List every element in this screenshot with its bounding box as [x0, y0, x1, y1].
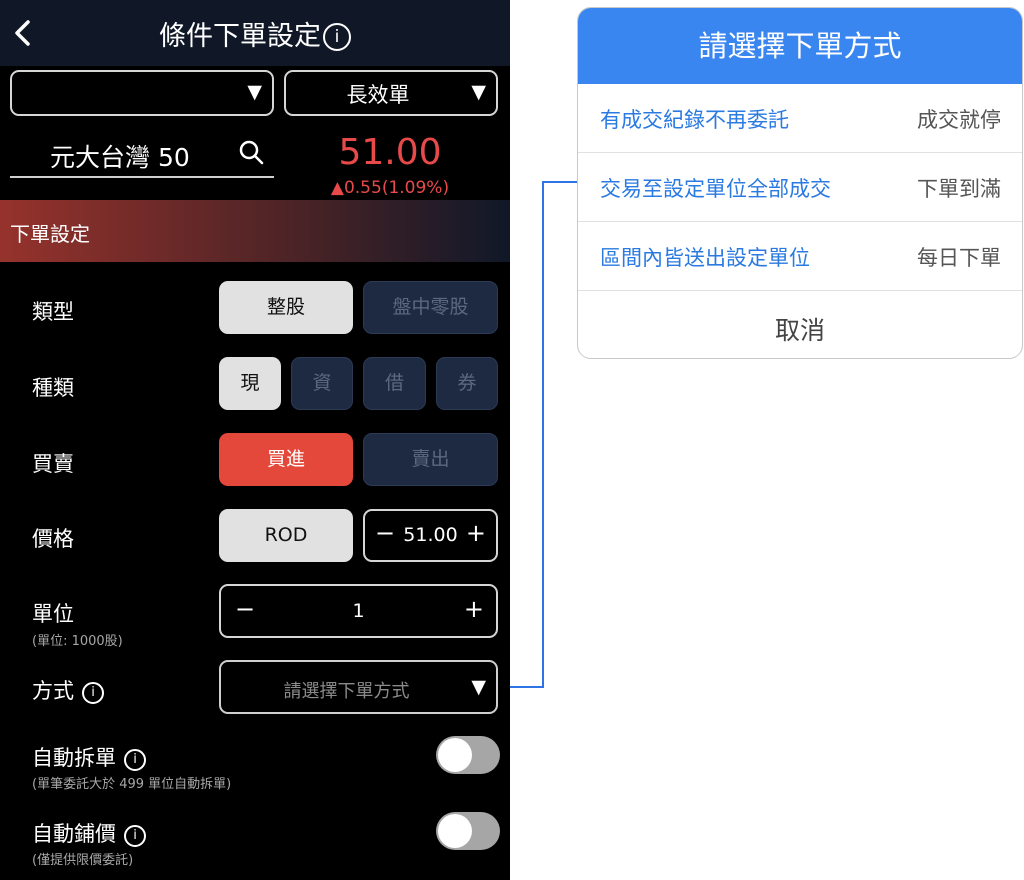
auto-price-label-text: 自動鋪價 [32, 822, 116, 846]
auto-split-sublabel: (單筆委託大於 499 單位自動拆單) [32, 777, 232, 792]
unit-sublabel: (單位: 1000股) [32, 634, 123, 649]
search-icon[interactable] [238, 139, 264, 167]
method-label-text: 方式 [32, 679, 74, 703]
sell-button[interactable]: 賣出 [363, 433, 498, 486]
dialog-option-label: 區間內皆送出設定單位 [600, 246, 810, 270]
dialog-option[interactable]: 交易至設定單位全部成交 下單到滿 [578, 153, 1022, 222]
kind-button-cash[interactable]: 現 [219, 357, 281, 410]
kind-button-short[interactable]: 券 [436, 357, 498, 410]
auto-split-label: 自動拆單 i [32, 742, 146, 772]
info-icon[interactable]: i [124, 749, 146, 771]
kind-button-borrow[interactable]: 借 [363, 357, 426, 410]
account-dropdown[interactable]: ▼ [10, 70, 274, 116]
dialog-option[interactable]: 區間內皆送出設定單位 每日下單 [578, 222, 1022, 291]
toggle-knob [438, 814, 472, 848]
dialog-title: 請選擇下單方式 [578, 8, 1022, 84]
dropdown-arrow-icon: ▼ [471, 676, 486, 698]
auto-split-label-text: 自動拆單 [32, 746, 116, 770]
method-placeholder: 請選擇下單方式 [283, 681, 410, 702]
dialog-option[interactable]: 有成交紀錄不再委託 成交就停 [578, 84, 1022, 153]
method-selection-dialog: 請選擇下單方式 有成交紀錄不再委託 成交就停 交易至設定單位全部成交 下單到滿 … [577, 7, 1023, 359]
dialog-option-tag: 下單到滿 [917, 177, 1001, 201]
method-label: 方式 i [32, 675, 104, 705]
unit-plus-button[interactable]: + [464, 595, 484, 623]
price-label: 價格 [32, 527, 74, 551]
dialog-option-label: 有成交紀錄不再委託 [600, 108, 789, 132]
rod-button[interactable]: ROD [219, 509, 353, 562]
callout-connector [510, 686, 544, 688]
callout-connector [542, 181, 544, 688]
unit-stepper: − 1 + [219, 584, 498, 638]
type-button-whole[interactable]: 整股 [219, 281, 353, 334]
price-stepper: − 51.00 + [363, 509, 498, 562]
auto-split-toggle[interactable] [436, 736, 500, 774]
dialog-option-label: 交易至設定單位全部成交 [600, 177, 831, 201]
top-bar: 條件下單設定 i [0, 0, 510, 66]
side-label: 買賣 [32, 452, 74, 476]
info-icon[interactable]: i [124, 825, 146, 847]
unit-label: 單位 [32, 602, 74, 626]
dialog-cancel-button[interactable]: 取消 [578, 311, 1022, 347]
auto-price-toggle[interactable] [436, 812, 500, 850]
kind-label: 種類 [32, 376, 74, 400]
stock-change: ▲0.55(1.09%) [330, 178, 450, 198]
section-title: 下單設定 [10, 222, 90, 246]
auto-price-label: 自動鋪價 i [32, 818, 146, 848]
price-plus-button[interactable]: + [466, 519, 486, 547]
callout-connector [542, 181, 578, 183]
method-dropdown[interactable]: 請選擇下單方式 ▼ [219, 660, 498, 714]
toggle-knob [438, 738, 472, 772]
phone-screen: 條件下單設定 i ▼ 長效單 ▼ 元大台灣 50 51.00 ▲0.55(1.09… [0, 0, 510, 880]
info-icon[interactable]: i [82, 682, 104, 704]
kind-button-margin[interactable]: 資 [291, 357, 353, 410]
auto-price-sublabel: (僅提供限價委託) [32, 853, 134, 868]
dialog-option-tag: 成交就停 [917, 108, 1001, 132]
dropdown-arrow-icon: ▼ [471, 81, 486, 103]
stock-search-field[interactable]: 元大台灣 50 [10, 136, 274, 178]
type-button-odd-lot[interactable]: 盤中零股 [363, 281, 498, 334]
page-title: 條件下單設定 i [0, 14, 510, 53]
order-type-value: 長效單 [346, 83, 410, 107]
stock-name: 元大台灣 50 [50, 143, 190, 172]
buy-button[interactable]: 買進 [219, 433, 353, 486]
page-title-text: 條件下單設定 [159, 21, 321, 52]
type-label: 類型 [32, 300, 74, 324]
info-icon[interactable]: i [323, 23, 351, 51]
order-type-dropdown[interactable]: 長效單 ▼ [284, 70, 498, 116]
unit-value[interactable]: 1 [221, 600, 496, 622]
section-header: 下單設定 [0, 200, 510, 262]
stock-price: 51.00 [338, 132, 442, 173]
dropdown-arrow-icon: ▼ [247, 81, 262, 103]
dialog-option-tag: 每日下單 [917, 246, 1001, 270]
